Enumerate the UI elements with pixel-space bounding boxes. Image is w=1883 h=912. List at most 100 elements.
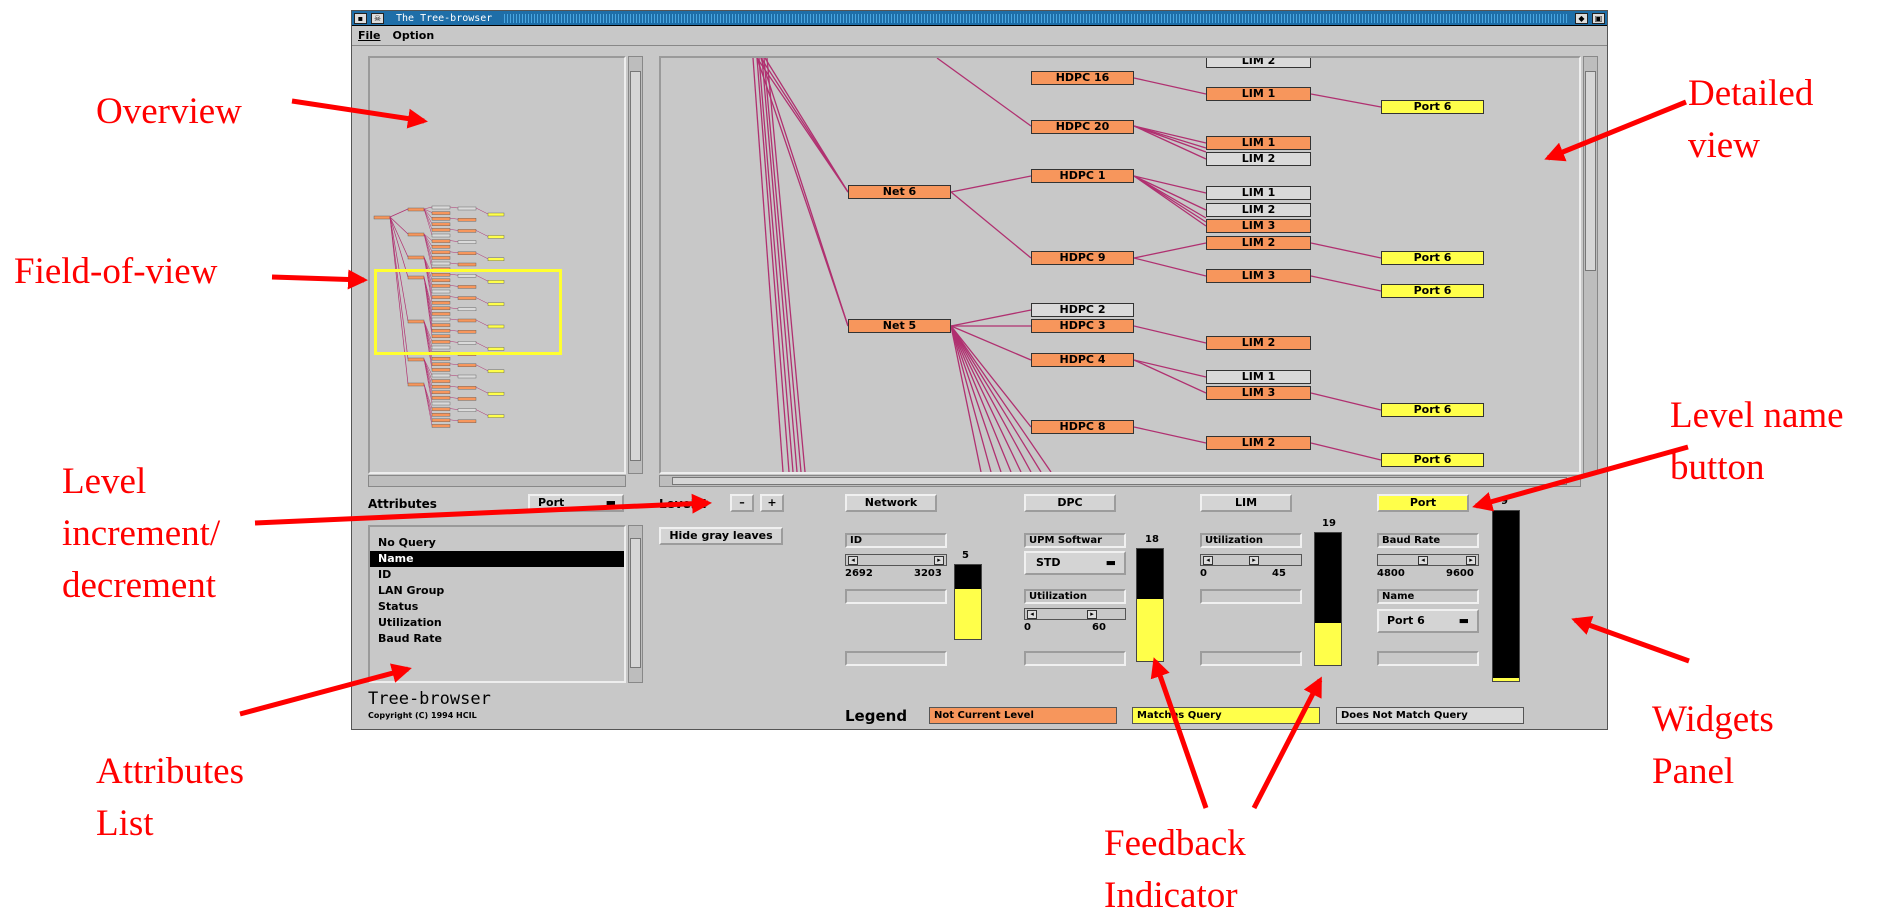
tree-edge: [449, 374, 459, 377]
port-baud-rate-slider[interactable]: ◂ ▸: [1377, 554, 1479, 566]
node-hdpc-2[interactable]: HDPC 2: [1031, 303, 1134, 317]
level-button-network[interactable]: Network: [845, 494, 937, 512]
node-hdpc-4[interactable]: HDPC 4: [1031, 353, 1134, 367]
node-net-5[interactable]: Net 5: [848, 319, 951, 333]
node-lim[interactable]: LIM 1: [1206, 87, 1311, 101]
network-query-field[interactable]: [845, 589, 947, 604]
node-lim[interactable]: LIM 1: [1206, 186, 1311, 200]
window-menu-icon[interactable]: ▪: [354, 12, 367, 24]
slider-max-handle-icon[interactable]: ▸: [1087, 610, 1097, 619]
network-id-field[interactable]: ID: [845, 533, 947, 548]
node-lim[interactable]: LIM 2: [1206, 152, 1311, 166]
field-of-view-box[interactable]: [374, 269, 562, 355]
node-lim[interactable]: LIM 1: [1206, 136, 1311, 150]
overview-node: [487, 414, 505, 418]
hide-gray-leaves-button[interactable]: Hide gray leaves: [659, 527, 783, 545]
node-lim[interactable]: LIM 3: [1206, 269, 1311, 283]
network-id-slider[interactable]: ◂ ▸: [845, 554, 947, 566]
network-query-field-2[interactable]: [845, 651, 947, 666]
level-button-dpc[interactable]: DPC: [1024, 494, 1116, 512]
node-port[interactable]: Port 6: [1381, 403, 1484, 417]
overview-node: [431, 396, 451, 400]
dpc-upm-field[interactable]: UPM Softwar: [1024, 533, 1126, 548]
attribute-item[interactable]: Utilization: [370, 615, 624, 631]
overview-node: [487, 212, 505, 217]
detail-hscroll-thumb[interactable]: [672, 477, 1567, 485]
lim-utilization-field[interactable]: Utilization: [1200, 533, 1302, 548]
port-name-field[interactable]: Name: [1377, 589, 1479, 604]
node-hdpc-1[interactable]: HDPC 1: [1031, 169, 1134, 183]
node-lim[interactable]: LIM 2: [1206, 203, 1311, 217]
dpc-utilization-field[interactable]: Utilization: [1024, 589, 1126, 604]
node-net-6[interactable]: Net 6: [848, 185, 951, 199]
node-hdpc-20[interactable]: HDPC 20: [1031, 120, 1134, 134]
node-port[interactable]: Port 6: [1381, 100, 1484, 114]
attributes-scroll-thumb[interactable]: [630, 538, 641, 668]
port-baud-rate-field[interactable]: Baud Rate: [1377, 533, 1479, 548]
node-hdpc-8[interactable]: HDPC 8: [1031, 420, 1134, 434]
detailed-view-pane[interactable]: LIM 2 HDPC 16 LIM 1 Port 6 HDPC 20 LIM 1…: [659, 56, 1581, 474]
port-query-field[interactable]: [1377, 651, 1479, 666]
overview-node: [457, 229, 477, 233]
overview-node: [487, 392, 505, 396]
dropdown-icon: ▬: [1458, 614, 1469, 627]
node-port[interactable]: Port 6: [1381, 284, 1484, 298]
slider-min-label: 4800: [1377, 568, 1405, 579]
slider-min-handle-icon[interactable]: ◂: [848, 556, 858, 565]
slider-max-handle-icon[interactable]: ▸: [934, 556, 944, 565]
level-select-dropdown[interactable]: Port ▬: [528, 494, 624, 512]
overview-node: [407, 232, 425, 237]
slider-max-handle-icon[interactable]: ▸: [1466, 556, 1476, 565]
overview-vertical-scrollbar[interactable]: [628, 56, 643, 474]
node-lim[interactable]: LIM 2: [1206, 236, 1311, 250]
overview-horizontal-scrollbar[interactable]: [368, 475, 626, 487]
level-increment-button[interactable]: +: [760, 494, 784, 512]
node-hdpc-9[interactable]: HDPC 9: [1031, 251, 1134, 265]
slider-max-handle-icon[interactable]: ▸: [1249, 556, 1259, 565]
node-lim[interactable]: LIM 1: [1206, 370, 1311, 384]
lim-utilization-slider[interactable]: ◂ ▸: [1200, 554, 1302, 566]
lim-query-field-2[interactable]: [1200, 651, 1302, 666]
tree-edge: [950, 175, 1032, 193]
detail-horizontal-scrollbar[interactable]: [659, 475, 1581, 487]
lim-query-field[interactable]: [1200, 589, 1302, 604]
overview-node: [431, 424, 451, 428]
attribute-item[interactable]: Name: [370, 551, 624, 567]
attributes-list[interactable]: No Query Name ID LAN Group Status Utilization…: [368, 525, 626, 683]
level-decrement-button[interactable]: –: [730, 494, 754, 512]
level-select-value: Port: [538, 496, 565, 509]
attribute-item[interactable]: Baud Rate: [370, 631, 624, 647]
node-port[interactable]: Port 6: [1381, 453, 1484, 467]
detail-vscroll-thumb[interactable]: [1585, 71, 1596, 271]
slider-min-handle-icon[interactable]: ◂: [1027, 610, 1037, 619]
port-name-select[interactable]: Port 6 ▬: [1377, 609, 1479, 633]
menu-option[interactable]: Option: [393, 29, 435, 42]
node-lim[interactable]: LIM 3: [1206, 386, 1311, 400]
level-button-port[interactable]: Port: [1377, 494, 1469, 512]
attribute-item[interactable]: Status: [370, 599, 624, 615]
attribute-item[interactable]: No Query: [370, 535, 624, 551]
node-lim[interactable]: LIM 2: [1206, 336, 1311, 350]
dpc-std-select[interactable]: STD ▬: [1024, 551, 1126, 575]
menu-file[interactable]: File: [358, 29, 381, 42]
node-hdpc-16[interactable]: HDPC 16: [1031, 71, 1134, 85]
attribute-item[interactable]: LAN Group: [370, 583, 624, 599]
dpc-query-field[interactable]: [1024, 651, 1126, 666]
overview-vscroll-thumb[interactable]: [630, 71, 641, 461]
overview-pane[interactable]: [368, 56, 626, 474]
attributes-scrollbar[interactable]: [628, 525, 643, 683]
detail-vertical-scrollbar[interactable]: [1583, 56, 1598, 474]
minimize-icon[interactable]: ◆: [1575, 12, 1588, 24]
node-port[interactable]: Port 6: [1381, 251, 1484, 265]
node-lim[interactable]: LIM 2: [1206, 58, 1311, 68]
slider-min-handle-icon[interactable]: ◂: [1203, 556, 1213, 565]
skull-icon: ☠: [371, 12, 384, 24]
node-lim[interactable]: LIM 2: [1206, 436, 1311, 450]
dpc-utilization-slider[interactable]: ◂ ▸: [1024, 608, 1126, 620]
node-hdpc-3[interactable]: HDPC 3: [1031, 319, 1134, 333]
level-button-lim[interactable]: LIM: [1200, 494, 1292, 512]
attribute-item[interactable]: ID: [370, 567, 624, 583]
maximize-icon[interactable]: ▣: [1592, 12, 1605, 24]
node-lim[interactable]: LIM 3: [1206, 219, 1311, 233]
slider-min-handle-icon[interactable]: ◂: [1418, 556, 1428, 565]
